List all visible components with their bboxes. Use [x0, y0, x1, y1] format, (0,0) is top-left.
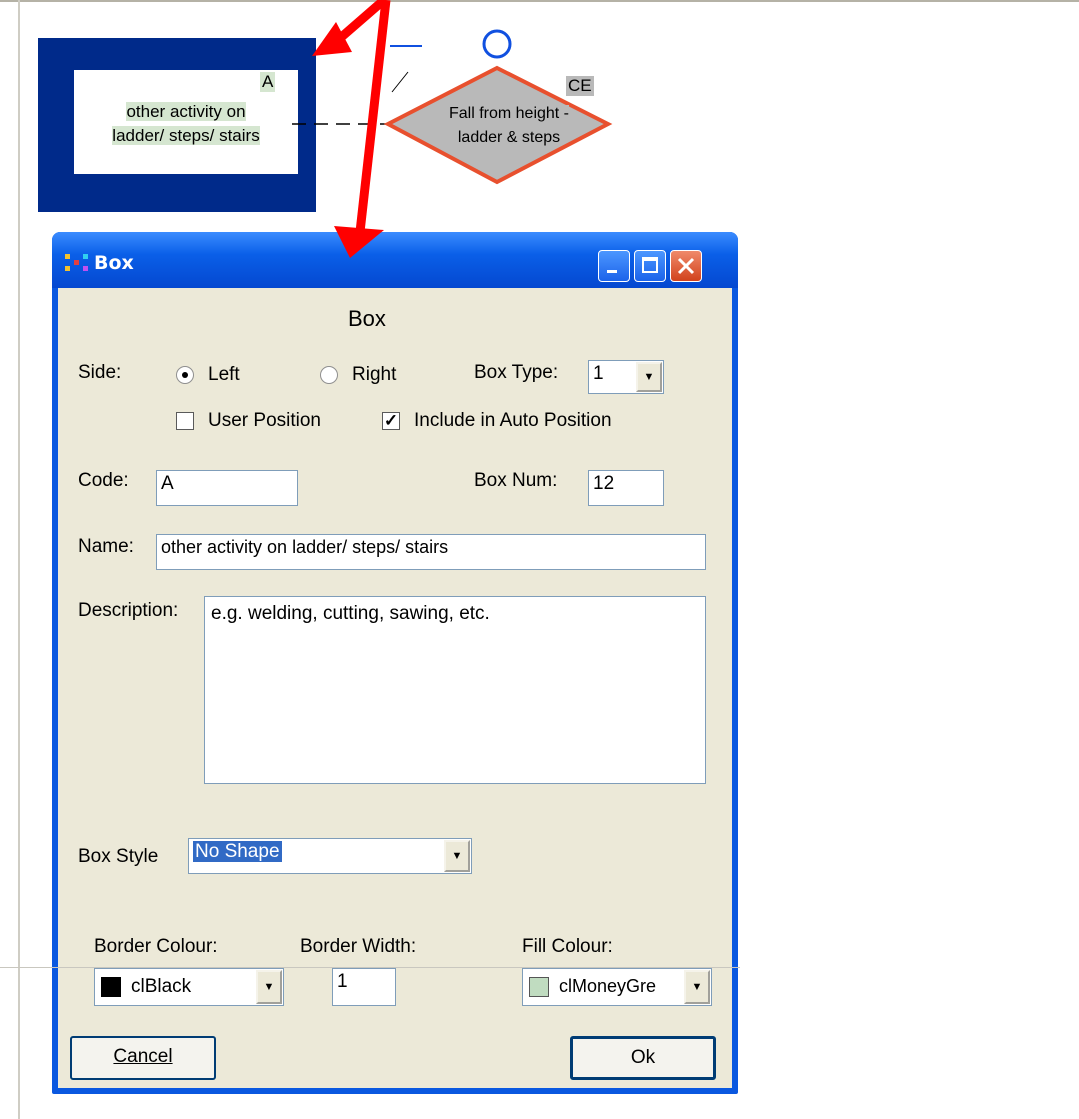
- fill-colour-swatch: [529, 977, 549, 997]
- box-type-label: Box Type:: [474, 362, 559, 383]
- side-label: Side:: [78, 362, 122, 383]
- box-type-value: 1: [593, 363, 604, 384]
- fill-colour-dropdown-button[interactable]: ▼: [684, 970, 710, 1004]
- code-label: Code:: [78, 470, 129, 491]
- box-num-label: Box Num:: [474, 470, 558, 491]
- dropdown-arrow-icon: ▼: [691, 981, 703, 993]
- annotation-arrow-left: [312, 0, 387, 56]
- fill-colour-value: clMoneyGre: [559, 976, 657, 996]
- border-colour-value: clBlack: [131, 976, 192, 997]
- dropdown-arrow-icon: ▼: [643, 371, 655, 383]
- user-position-label: User Position: [208, 410, 321, 431]
- cancel-button[interactable]: Cancel: [70, 1036, 216, 1080]
- description-label: Description:: [78, 600, 179, 621]
- code-input[interactable]: A: [156, 470, 298, 506]
- dropdown-arrow-icon: ▼: [451, 850, 463, 862]
- checkmark-icon: ✓: [383, 411, 399, 430]
- cancel-button-label: Cancel: [113, 1046, 173, 1067]
- annotation-arrow: [312, 0, 391, 258]
- side-right-radio[interactable]: [320, 366, 338, 384]
- side-left-label: Left: [208, 364, 240, 385]
- border-width-label: Border Width:: [300, 936, 417, 957]
- border-colour-swatch: [101, 977, 121, 997]
- box-num-value: 12: [593, 473, 615, 494]
- dropdown-arrow-icon: ▼: [263, 981, 275, 993]
- name-label: Name:: [78, 536, 134, 557]
- include-auto-position-checkbox[interactable]: ✓: [382, 412, 400, 430]
- border-colour-label: Border Colour:: [94, 936, 218, 957]
- box-style-value: No Shape: [193, 841, 282, 862]
- box-style-select[interactable]: No Shape: [188, 838, 472, 874]
- description-value: e.g. welding, cutting, sawing, etc.: [211, 603, 490, 624]
- description-textarea[interactable]: e.g. welding, cutting, sawing, etc.: [204, 596, 706, 784]
- box-type-dropdown-button[interactable]: ▼: [636, 362, 662, 392]
- name-input[interactable]: other activity on ladder/ steps/ stairs: [156, 534, 706, 570]
- side-left-radio[interactable]: [176, 366, 194, 384]
- user-position-checkbox[interactable]: [176, 412, 194, 430]
- box-num-input[interactable]: 12: [588, 470, 664, 506]
- box-style-label: Box Style: [78, 846, 159, 867]
- border-width-input[interactable]: 1: [332, 968, 396, 1006]
- name-value: other activity on ladder/ steps/ stairs: [161, 537, 449, 557]
- ok-button-label: Ok: [630, 1047, 656, 1068]
- side-right-label: Right: [352, 364, 397, 385]
- box-style-dropdown-button[interactable]: ▼: [444, 840, 470, 872]
- code-value: A: [161, 473, 174, 494]
- dialog-heading: Box: [348, 306, 386, 331]
- border-width-value: 1: [337, 971, 348, 992]
- ok-button[interactable]: Ok: [570, 1036, 716, 1080]
- include-auto-position-label: Include in Auto Position: [414, 410, 612, 431]
- border-colour-dropdown-button[interactable]: ▼: [256, 970, 282, 1004]
- fill-colour-label: Fill Colour:: [522, 936, 613, 957]
